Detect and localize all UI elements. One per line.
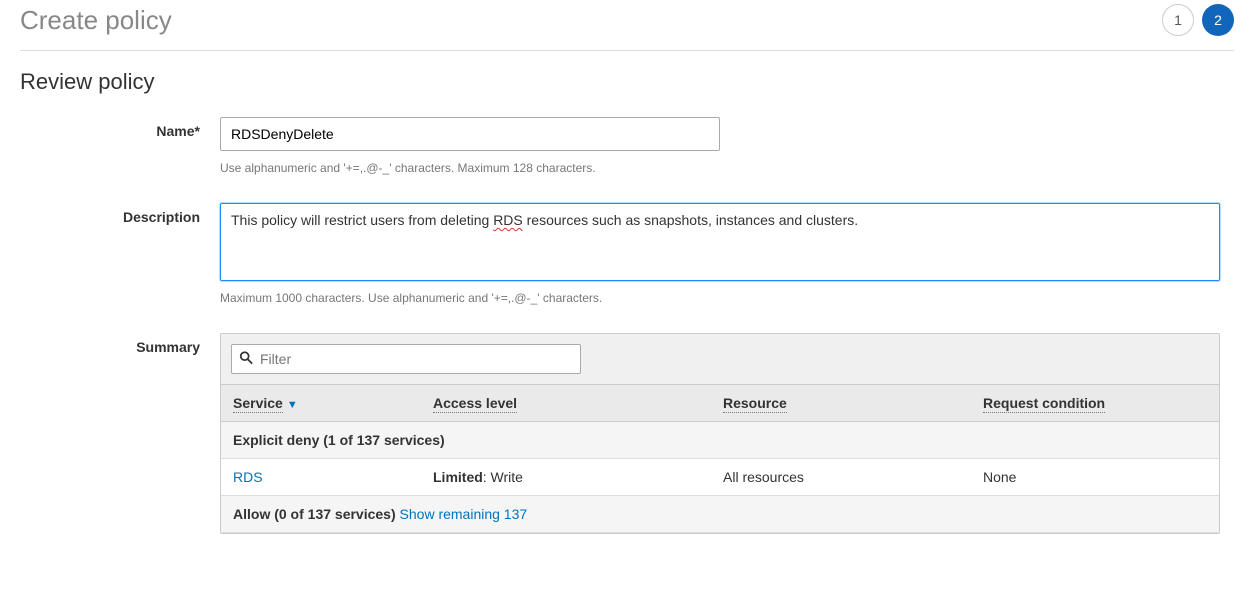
page-header: Create policy 1 2 xyxy=(20,0,1234,50)
description-label: Description xyxy=(20,203,220,225)
description-input[interactable]: This policy will restrict users from del… xyxy=(220,203,1220,281)
step-1[interactable]: 1 xyxy=(1162,4,1194,36)
summary-row: Summary Service▼ Acc xyxy=(20,333,1234,534)
step-indicator: 1 2 xyxy=(1162,4,1234,36)
show-remaining-link[interactable]: Show remaining 137 xyxy=(400,506,528,522)
name-hint: Use alphanumeric and '+=,.@-_' character… xyxy=(220,161,1220,175)
summary-label: Summary xyxy=(20,333,220,355)
name-row: Name* Use alphanumeric and '+=,.@-_' cha… xyxy=(20,117,1234,175)
group-allow-cell: Allow (0 of 137 services) Show remaining… xyxy=(221,496,1219,533)
name-input[interactable] xyxy=(220,117,720,151)
description-field-wrap: This policy will restrict users from del… xyxy=(220,203,1220,305)
filter-bar xyxy=(221,334,1219,385)
filter-wrap xyxy=(231,344,581,374)
group-allow-label: Allow (0 of 137 services) xyxy=(233,506,400,522)
summary-field-wrap: Service▼ Access level Resource Request c… xyxy=(220,333,1220,534)
th-condition[interactable]: Request condition xyxy=(971,385,1219,422)
cell-access: Limited: Write xyxy=(421,459,711,496)
table-row: RDS Limited: Write All resources None xyxy=(221,459,1219,496)
description-hint: Maximum 1000 characters. Use alphanumeri… xyxy=(220,291,1220,305)
name-label: Name* xyxy=(20,117,220,139)
section-title: Review policy xyxy=(20,69,1234,95)
th-access[interactable]: Access level xyxy=(421,385,711,422)
th-service[interactable]: Service▼ xyxy=(221,385,421,422)
group-row-allow: Allow (0 of 137 services) Show remaining… xyxy=(221,496,1219,533)
group-deny-label: Explicit deny (1 of 137 services) xyxy=(221,422,1219,459)
th-resource[interactable]: Resource xyxy=(711,385,971,422)
group-row-deny: Explicit deny (1 of 137 services) xyxy=(221,422,1219,459)
name-field-wrap: Use alphanumeric and '+=,.@-_' character… xyxy=(220,117,1220,175)
cell-condition: None xyxy=(971,459,1219,496)
divider xyxy=(20,50,1234,51)
page-title: Create policy xyxy=(20,5,172,36)
filter-input[interactable] xyxy=(231,344,581,374)
sort-caret-icon: ▼ xyxy=(287,399,298,411)
service-link[interactable]: RDS xyxy=(233,469,263,485)
cell-service: RDS xyxy=(221,459,421,496)
summary-table: Service▼ Access level Resource Request c… xyxy=(221,385,1219,533)
description-row: Description This policy will restrict us… xyxy=(20,203,1234,305)
spellcheck-word: RDS xyxy=(493,212,523,228)
table-header-row: Service▼ Access level Resource Request c… xyxy=(221,385,1219,422)
summary-box: Service▼ Access level Resource Request c… xyxy=(220,333,1220,534)
step-2[interactable]: 2 xyxy=(1202,4,1234,36)
cell-resource: All resources xyxy=(711,459,971,496)
